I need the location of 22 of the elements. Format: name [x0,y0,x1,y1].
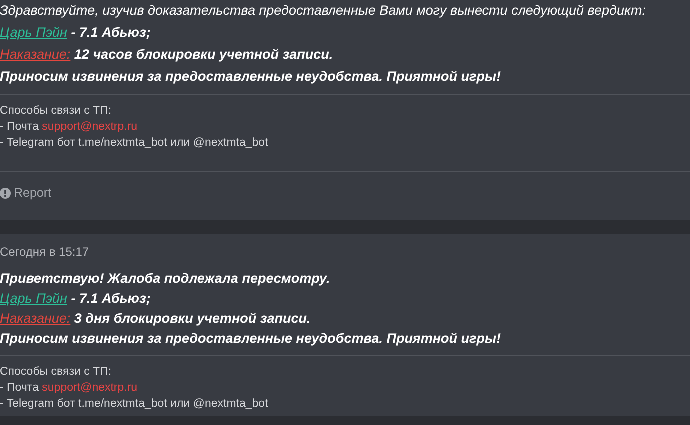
post-date: Сегодня в 15:17 [0,244,90,260]
message-text: Царь Пэйн - 7.1 Абьюз; [0,290,151,308]
message-text: Здравствуйте, изучив доказательства предоставленные Вами могу вынести следующий вердикт: [0,2,646,20]
message-text: Наказание: 12 часов блокировки учетной записи. [0,46,334,64]
signature-text: - Почта support@nextrp.ru [0,120,138,135]
signature-text: Способы связи с ТП: [0,364,112,380]
email-link[interactable]: support@nextrp.ru [42,382,138,394]
message-text: Царь Пэйн - 7.1 Абьюз; [0,24,151,42]
signature-text: - Telegram бот t.me/nextmta_bot или @nextmta_bot [0,396,268,412]
signature-text: - Почта support@nextrp.ru [0,380,138,396]
username-link[interactable]: Царь Пэйн [0,290,68,306]
signature-text: Способы связи с ТП: [0,104,112,119]
report-link[interactable]: Report [0,185,52,201]
email-link[interactable]: support@nextrp.ru [42,121,138,133]
message-text: Приветствую! Жалоба подлежала пересмотру. [0,270,330,288]
message-text: Наказание: 3 дня блокировки учетной записи. [0,310,311,328]
punishment-link[interactable]: Наказание: [0,47,71,62]
message-text: Приносим извинения за предоставленные неудобства. Приятной игры! [0,330,502,348]
message-text: Приносим извинения за предоставленные неудобства. Приятной игры! [0,68,502,86]
username-link[interactable]: Царь Пэйн [0,25,68,40]
punishment-link[interactable]: Наказание: [0,310,71,326]
signature-text: - Telegram бот t.me/nextmta_bot или @nextmta_bot [0,136,268,151]
